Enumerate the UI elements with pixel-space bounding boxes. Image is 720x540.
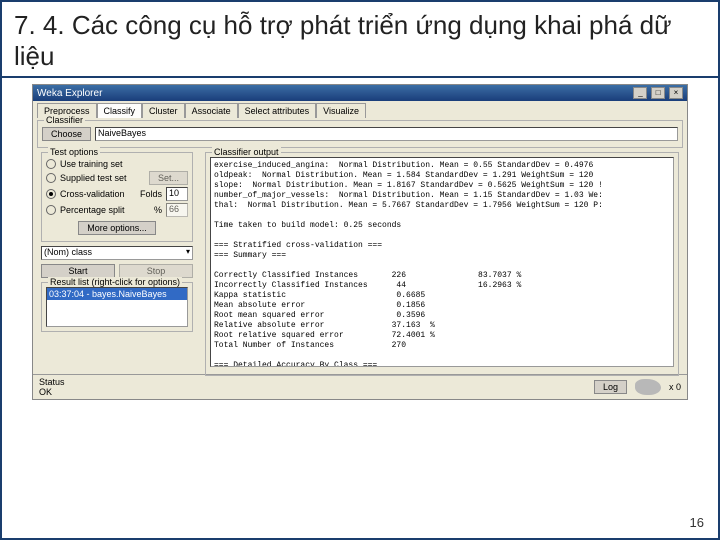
tab-select-attributes[interactable]: Select attributes [238,103,317,118]
radio-cross-validation[interactable] [46,189,56,199]
result-item[interactable]: 03:37:04 - bayes.NaiveBayes [47,288,187,300]
classifier-output-label: Classifier output [212,147,281,157]
label-use-training: Use training set [60,159,123,169]
status-bar: Status OK Log x 0 [33,374,687,399]
test-options-group: Test options Use training set Supplied t… [41,152,193,242]
test-options-label: Test options [48,147,100,157]
start-button[interactable]: Start [41,264,115,278]
close-button[interactable]: × [669,87,683,99]
folds-input[interactable]: 10 [166,187,188,201]
classifier-output-group: Classifier output exercise_induced_angin… [205,152,679,376]
choose-classifier-button[interactable]: Choose [42,127,91,141]
tab-classify[interactable]: Classify [97,103,143,118]
set-test-button[interactable]: Set... [149,171,188,185]
stop-button[interactable]: Stop [119,264,193,278]
label-supplied-test: Supplied test set [60,173,127,183]
classifier-group: Classifier Choose NaiveBayes [37,120,683,148]
slide-title: 7. 4. Các công cụ hỗ trợ phát triển ứng … [2,2,718,78]
minimize-button[interactable]: _ [633,87,647,99]
titlebar: Weka Explorer _ □ × [33,85,687,101]
maximize-button[interactable]: □ [651,87,665,99]
status-label: Status [39,377,65,387]
tab-visualize[interactable]: Visualize [316,103,366,118]
tab-cluster[interactable]: Cluster [142,103,185,118]
classifier-name-field[interactable]: NaiveBayes [95,127,678,141]
radio-supplied-test[interactable] [46,173,56,183]
window-buttons: _ □ × [632,87,683,99]
pct-label: % [154,205,162,215]
status-text: OK [39,387,65,397]
classifier-output-text[interactable]: exercise_induced_angina: Normal Distribu… [210,157,674,367]
log-button[interactable]: Log [594,380,627,394]
radio-use-training[interactable] [46,159,56,169]
task-count: x 0 [669,382,681,392]
class-attribute-select[interactable]: (Nom) class [41,246,193,260]
folds-label: Folds [140,189,162,199]
radio-percentage-split[interactable] [46,205,56,215]
weka-bird-icon [635,379,661,395]
slide-number: 16 [690,515,704,530]
label-cross-validation: Cross-validation [60,189,125,199]
classifier-group-label: Classifier [44,115,85,125]
result-list[interactable]: 03:37:04 - bayes.NaiveBayes [46,287,188,327]
pct-input[interactable]: 66 [166,203,188,217]
window-title: Weka Explorer [37,88,102,99]
weka-window: Weka Explorer _ □ × Preprocess Classify … [32,84,688,400]
main-tabs: Preprocess Classify Cluster Associate Se… [33,101,687,118]
label-percentage-split: Percentage split [60,205,125,215]
result-list-label: Result list (right-click for options) [48,277,182,287]
more-options-button[interactable]: More options... [78,221,156,235]
tab-associate[interactable]: Associate [185,103,238,118]
result-list-group: Result list (right-click for options) 03… [41,282,193,332]
